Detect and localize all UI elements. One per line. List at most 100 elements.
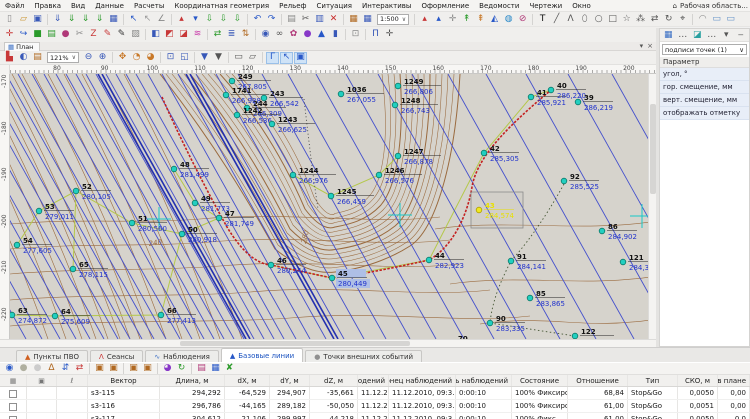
tab-базовые-линии[interactable]: ▲Базовые линии	[221, 348, 303, 362]
report-icon[interactable]: ▤	[195, 363, 208, 375]
cut-icon[interactable]: ✂	[299, 13, 312, 25]
panel-grid-icon[interactable]: ▦	[662, 29, 675, 41]
tab-точки-внешних-событий[interactable]: ●Точки внешних событий	[305, 350, 422, 362]
database-icon[interactable]: ▮	[329, 29, 342, 41]
panel-style-icon[interactable]: ◪	[691, 29, 704, 41]
add-point-icon[interactable]: ✛	[3, 29, 16, 41]
column-header-length[interactable]: Длина, м	[160, 375, 225, 386]
toggle-cursor-icon[interactable]: ↖	[280, 52, 293, 64]
arrows-green-icon[interactable]: ⇄	[211, 29, 224, 41]
gate-tool-icon[interactable]: Π	[369, 29, 382, 41]
pencil-red-icon[interactable]: ✎	[101, 29, 114, 41]
menu-рельеф[interactable]: Рельеф	[274, 1, 311, 11]
filter-points-icon[interactable]: ▼	[198, 52, 211, 64]
circle-tool-icon[interactable]: ○	[592, 13, 605, 25]
toggle-ortho-icon[interactable]: Γ	[266, 52, 279, 64]
menu-ведомости[interactable]: Ведомости	[474, 1, 524, 11]
column-header-state[interactable]: Состояние	[512, 375, 568, 386]
link-icon[interactable]: ⊘	[516, 13, 529, 25]
hatch-icon[interactable]: ▨	[129, 29, 142, 41]
panel-a-icon[interactable]: ▭	[710, 13, 723, 25]
zoom-out-icon[interactable]: ⊖	[82, 52, 95, 64]
table-edit-icon[interactable]: ▦	[361, 13, 374, 25]
exchange-icon[interactable]: ⇄	[73, 363, 86, 375]
map-canvas[interactable]: 240280249267,8051741266,938243266,542244…	[10, 74, 648, 339]
cut-surface-icon[interactable]: ✂	[73, 29, 86, 41]
lines-magenta-icon[interactable]: ≋	[191, 29, 204, 41]
scales-icon[interactable]: Δ	[45, 363, 58, 375]
binoculars-icon[interactable]: ◉	[259, 29, 272, 41]
plan-close-icon[interactable]: ×	[647, 42, 653, 50]
pan-prev-icon[interactable]: ◔	[130, 52, 143, 64]
snap-icon[interactable]: ⌖	[676, 13, 689, 25]
layers-icon[interactable]: ≣	[225, 29, 238, 41]
glasses-icon[interactable]: ∞	[273, 29, 286, 41]
column-header-plan_error[interactable]: ошибка в плане	[718, 375, 750, 386]
menu-координатная-геометрия[interactable]: Координатная геометрия	[169, 1, 274, 11]
move-cross-icon[interactable]: ✛	[383, 29, 396, 41]
network-adjust-icon[interactable]: ✛	[446, 13, 459, 25]
bulb-off-icon[interactable]: ●	[31, 363, 44, 375]
horizontal-scrollbar[interactable]	[0, 339, 657, 347]
menu-оформление[interactable]: Оформление	[416, 1, 474, 11]
filter-layers-icon[interactable]: ▼	[212, 52, 225, 64]
menu-интерактивы[interactable]: Интерактивы	[357, 1, 416, 11]
menu-чертежи[interactable]: Чертежи	[524, 1, 567, 11]
toggle-table-c-icon[interactable]: ▣	[127, 363, 140, 375]
table-view-icon[interactable]: ▦	[347, 13, 360, 25]
surface-create-icon[interactable]: ■	[31, 29, 44, 41]
column-header-ratio[interactable]: Отношение	[568, 375, 628, 386]
export-dxf-icon[interactable]: ⇩	[217, 13, 230, 25]
plan-map-svg[interactable]: 240280249267,8051741266,938243266,542244…	[10, 74, 648, 339]
globe-icon[interactable]: ◍	[502, 13, 515, 25]
save-icon[interactable]: ▣	[31, 13, 44, 25]
rectangle-tool-icon[interactable]: □	[606, 13, 619, 25]
lasso-icon[interactable]: ◠	[696, 13, 709, 25]
menu-правка[interactable]: Правка	[29, 1, 66, 11]
toggle-table-a-icon[interactable]: ▣	[93, 363, 106, 375]
find-icon[interactable]: ◉	[3, 363, 16, 375]
point-raise-icon[interactable]: ▴	[175, 13, 188, 25]
column-header-dz[interactable]: dZ, м	[310, 375, 358, 386]
row-checkbox[interactable]	[9, 390, 17, 398]
mark-updown-icon[interactable]: ⇵	[59, 363, 72, 375]
photo-column-icon[interactable]: ▣	[27, 375, 57, 386]
spheres-icon[interactable]: ◕	[161, 363, 174, 375]
grid-view-icon[interactable]: ▦	[209, 363, 222, 375]
point-lower-icon[interactable]: ▾	[189, 13, 202, 25]
surface-edit-icon[interactable]: ▤	[45, 29, 58, 41]
undo-icon[interactable]: ↶	[251, 13, 264, 25]
bulb-on-icon[interactable]: ●	[17, 363, 30, 375]
parameter-row[interactable]: отображать отметку	[660, 107, 749, 120]
sort-az-icon[interactable]: ⇅	[239, 29, 252, 41]
ellipse-tool-icon[interactable]: ⬯	[578, 13, 591, 25]
gps-base-icon[interactable]: ▴	[418, 13, 431, 25]
zoom-all-icon[interactable]: ◱	[178, 52, 191, 64]
panel-minimize-icon[interactable]: ‒	[735, 29, 748, 41]
pointer-alt-icon[interactable]: ↖	[141, 13, 154, 25]
tab-plan[interactable]: ▦ План	[4, 42, 40, 51]
tab-сеансы[interactable]: ΛСеансы	[90, 350, 143, 362]
zoom-select[interactable]: 121%∨	[47, 52, 79, 63]
measure-icon[interactable]: ∠	[155, 13, 168, 25]
redo-icon[interactable]: ↷	[265, 13, 278, 25]
column-header-start[interactable]: начало наблюдений	[358, 375, 389, 386]
tower-icon[interactable]: ⇞	[474, 13, 487, 25]
column-header-dx[interactable]: dX, м	[225, 375, 270, 386]
column-header-end[interactable]: конец наблюдений	[389, 375, 456, 386]
parameter-row[interactable]: верт. смещение, мм	[660, 94, 749, 107]
select-rect-icon[interactable]: ▭	[232, 52, 245, 64]
sphere-icon[interactable]: ●	[301, 29, 314, 41]
column-header-dy[interactable]: dY, м	[270, 375, 310, 386]
panel-dots-icon[interactable]: …	[677, 29, 690, 41]
triangle-icon[interactable]: ▲	[315, 29, 328, 41]
scale-select[interactable]: 1:500∨	[377, 14, 409, 25]
column-header-sko[interactable]: СКО, м	[678, 375, 718, 386]
export-xml-icon[interactable]: ⇩	[203, 13, 216, 25]
row-checkbox[interactable]	[9, 403, 17, 411]
menu-файл[interactable]: Файл	[0, 1, 29, 11]
new-document-icon[interactable]: ▯	[3, 13, 16, 25]
panel-chevron-icon[interactable]: ▾	[720, 29, 733, 41]
tab-пункты-пво[interactable]: ▲Пункты ПВО	[16, 350, 88, 362]
zoom-window-icon[interactable]: ⊡	[164, 52, 177, 64]
